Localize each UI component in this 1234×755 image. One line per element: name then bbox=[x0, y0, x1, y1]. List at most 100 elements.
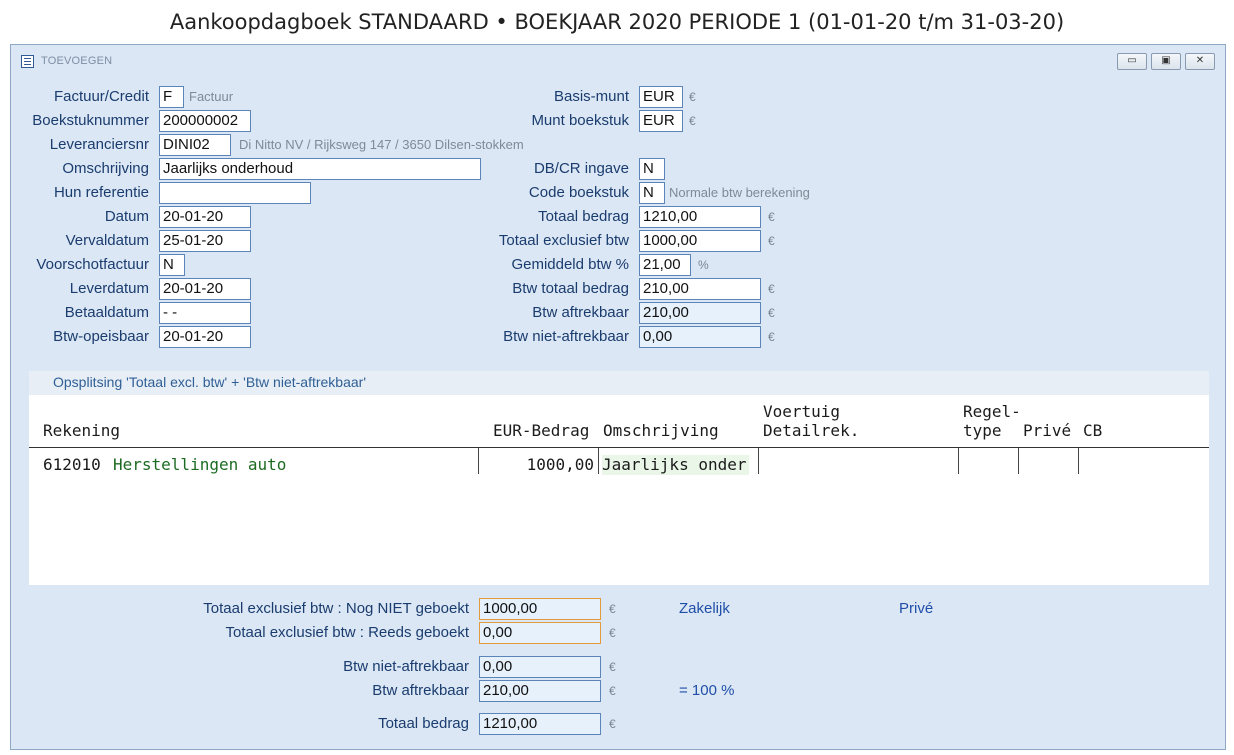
total-booked-label: Totaal exclusief btw : Reeds geboekt bbox=[225, 624, 469, 641]
col-cb[interactable]: CB bbox=[1083, 421, 1102, 440]
total-booked-field: 0,00 bbox=[479, 622, 601, 644]
boekstuknummer-label: Boekstuknummer bbox=[32, 112, 149, 129]
hun-referentie-label: Hun referentie bbox=[53, 184, 149, 201]
grid-title-bar: Opsplitsing 'Totaal excl. btw' + 'Btw ni… bbox=[29, 371, 1209, 395]
column-divider bbox=[478, 448, 479, 474]
btw-aftrekbaar-label: Btw aftrekbaar bbox=[532, 304, 629, 321]
totaal-bedrag-label: Totaal bedrag bbox=[538, 208, 629, 225]
code-boekstuk-hint: Normale btw berekening bbox=[669, 185, 810, 200]
hun-referentie-field[interactable] bbox=[159, 182, 311, 204]
euro-unit: € bbox=[768, 306, 775, 320]
window-titlebar: TOEVOEGEN ▭ ▣ ✕ bbox=[11, 45, 1225, 77]
row-amount[interactable]: 1000,00 bbox=[481, 455, 594, 475]
column-divider bbox=[1018, 448, 1019, 474]
total-btw-aftrekbaar-label: Btw aftrekbaar bbox=[372, 682, 469, 699]
leverdatum-field[interactable]: 20-01-20 bbox=[159, 278, 251, 300]
column-divider bbox=[958, 448, 959, 474]
gemiddeld-btw-field[interactable]: 21,00 bbox=[639, 254, 691, 276]
total-amount-label: Totaal bedrag bbox=[378, 715, 469, 732]
factuur-credit-hint: Factuur bbox=[189, 89, 234, 104]
grid-header-divider bbox=[29, 447, 1209, 448]
page-title: Aankoopdagboek STANDAARD • BOEKJAAR 2020… bbox=[169, 10, 1065, 34]
split-grid-panel: Opsplitsing 'Totaal excl. btw' + 'Btw ni… bbox=[29, 371, 1209, 585]
euro-unit: € bbox=[609, 684, 616, 698]
total-not-booked-label: Totaal exclusief btw : Nog NIET geboekt bbox=[203, 600, 469, 617]
add-entry-window: TOEVOEGEN ▭ ▣ ✕ Factuur/Credit F Factuur… bbox=[10, 44, 1226, 750]
euro-unit: € bbox=[609, 602, 616, 616]
col-eur-bedrag[interactable]: EUR-Bedrag bbox=[493, 421, 589, 440]
col-type[interactable]: type bbox=[963, 421, 1002, 440]
leverdatum-label: Leverdatum bbox=[69, 280, 149, 297]
total-btw-niet-aftrekbaar-field: 0,00 bbox=[479, 656, 601, 678]
vervaldatum-field[interactable]: 25-01-20 bbox=[159, 230, 251, 252]
datum-field[interactable]: 20-01-20 bbox=[159, 206, 251, 228]
factuur-credit-label: Factuur/Credit bbox=[53, 88, 149, 105]
btw-totaal-field[interactable]: 210,00 bbox=[639, 278, 761, 300]
munt-boekstuk-label: Munt boekstuk bbox=[531, 112, 629, 129]
col-rekening[interactable]: Rekening bbox=[43, 421, 120, 440]
row-account-code[interactable]: 612010 bbox=[43, 455, 101, 475]
totaal-excl-btw-field[interactable]: 1000,00 bbox=[639, 230, 761, 252]
factuur-credit-field[interactable]: F bbox=[159, 86, 184, 108]
btw-opeisbaar-label: Btw-opeisbaar bbox=[53, 328, 149, 345]
total-amount-field: 1210,00 bbox=[479, 713, 601, 735]
gemiddeld-btw-label: Gemiddeld btw % bbox=[511, 256, 629, 273]
column-divider bbox=[758, 448, 759, 474]
grid-title: Opsplitsing 'Totaal excl. btw' + 'Btw ni… bbox=[53, 374, 366, 390]
restore-button[interactable]: ▣ bbox=[1151, 53, 1181, 70]
btw-aftrekbaar-field: 210,00 bbox=[639, 302, 761, 324]
basis-munt-label: Basis-munt bbox=[553, 88, 629, 105]
euro-unit: € bbox=[768, 210, 775, 224]
btw-totaal-label: Btw totaal bedrag bbox=[512, 280, 629, 297]
betaaldatum-label: Betaaldatum bbox=[64, 304, 149, 321]
supplier-info-hint: Di Nitto NV / Rijksweg 147 / 3650 Dilsen… bbox=[239, 137, 524, 152]
minimize-button[interactable]: ▭ bbox=[1117, 53, 1147, 70]
total-not-booked-field: 1000,00 bbox=[479, 598, 601, 620]
column-divider bbox=[598, 448, 599, 474]
vervaldatum-label: Vervaldatum bbox=[65, 232, 149, 249]
col-regel[interactable]: Regel- bbox=[963, 402, 1021, 421]
voorschotfactuur-label: Voorschotfactuur bbox=[36, 256, 149, 273]
datum-label: Datum bbox=[104, 208, 149, 225]
code-boekstuk-label: Code boekstuk bbox=[528, 184, 629, 201]
document-icon bbox=[21, 55, 34, 68]
euro-unit: € bbox=[609, 660, 616, 674]
btw-opeisbaar-field[interactable]: 20-01-20 bbox=[159, 326, 251, 348]
col-omschrijving[interactable]: Omschrijving bbox=[603, 421, 719, 440]
euro-unit: € bbox=[689, 90, 696, 104]
code-boekstuk-field[interactable]: N bbox=[639, 182, 665, 204]
voorschotfactuur-field[interactable]: N bbox=[159, 254, 185, 276]
euro-unit: € bbox=[609, 626, 616, 640]
col-detailrek[interactable]: Detailrek. bbox=[763, 421, 859, 440]
col-prive[interactable]: Privé bbox=[1023, 421, 1071, 440]
betaaldatum-field[interactable]: - - bbox=[159, 302, 251, 324]
row-account-name[interactable]: Herstellingen auto bbox=[113, 455, 286, 475]
leveranciersnr-field[interactable]: DINI02 bbox=[159, 134, 231, 156]
percentage-label: = 100 % bbox=[679, 682, 735, 699]
euro-unit: € bbox=[609, 717, 616, 731]
euro-unit: € bbox=[768, 234, 775, 248]
percent-unit: % bbox=[698, 258, 709, 272]
db-cr-ingave-field[interactable]: N bbox=[639, 158, 665, 180]
row-description[interactable]: Jaarlijks onder bbox=[602, 455, 749, 475]
btw-niet-aftrekbaar-label: Btw niet-aftrekbaar bbox=[503, 328, 629, 345]
db-cr-ingave-label: DB/CR ingave bbox=[533, 160, 629, 177]
boekstuknummer-field[interactable]: 200000002 bbox=[159, 110, 251, 132]
total-btw-aftrekbaar-field: 210,00 bbox=[479, 680, 601, 702]
leveranciersnr-label: Leveranciersnr bbox=[49, 136, 149, 153]
zakelijk-label: Zakelijk bbox=[679, 600, 730, 617]
munt-boekstuk-field[interactable]: EUR bbox=[639, 110, 683, 132]
totaal-bedrag-field[interactable]: 1210,00 bbox=[639, 206, 761, 228]
euro-unit: € bbox=[689, 114, 696, 128]
euro-unit: € bbox=[768, 330, 775, 344]
close-button[interactable]: ✕ bbox=[1185, 53, 1215, 70]
total-btw-niet-aftrekbaar-label: Btw niet-aftrekbaar bbox=[343, 658, 469, 675]
window-title: TOEVOEGEN bbox=[41, 55, 113, 67]
basis-munt-field[interactable]: EUR bbox=[639, 86, 683, 108]
column-divider bbox=[1078, 448, 1079, 474]
omschrijving-label: Omschrijving bbox=[62, 160, 149, 177]
col-voertuig[interactable]: Voertuig bbox=[763, 402, 840, 421]
prive-label: Privé bbox=[899, 600, 934, 617]
btw-niet-aftrekbaar-field[interactable]: 0,00 bbox=[639, 326, 761, 348]
euro-unit: € bbox=[768, 282, 775, 296]
